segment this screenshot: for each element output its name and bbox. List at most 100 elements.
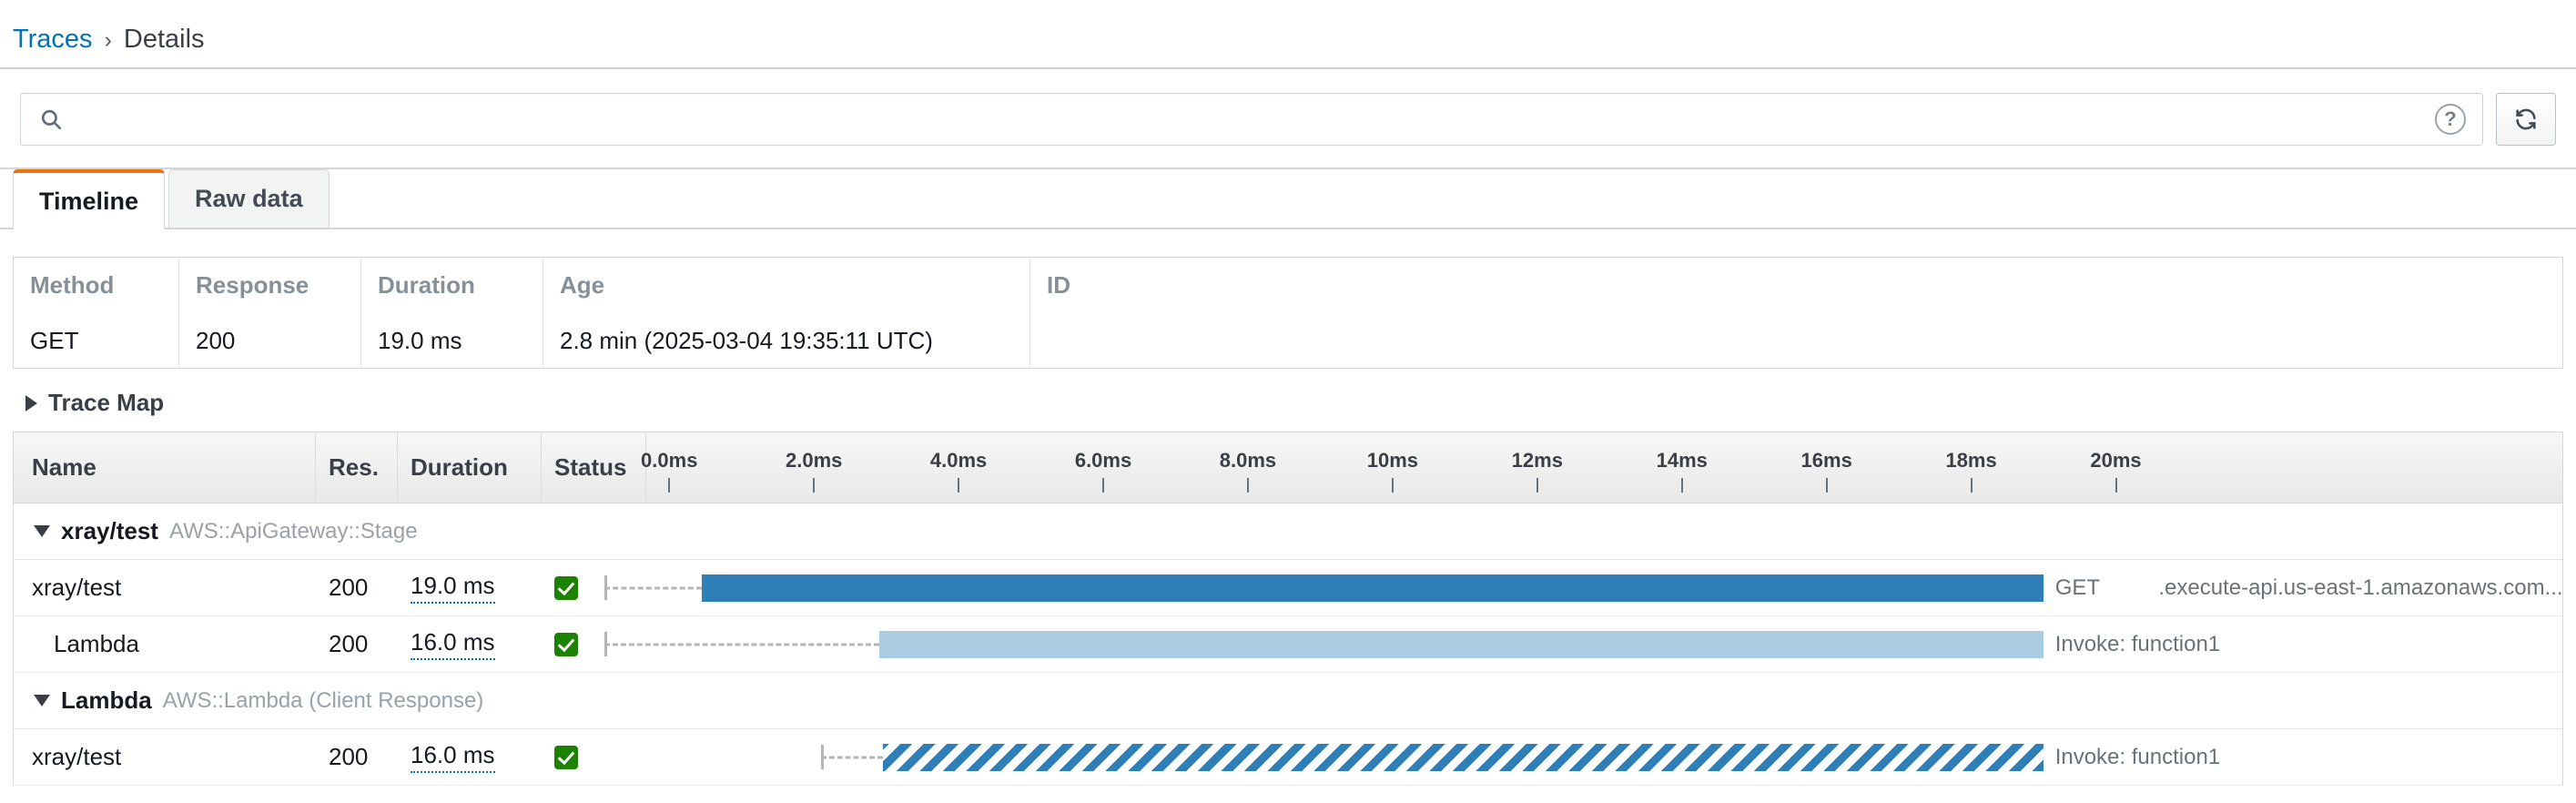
breadcrumb-separator-icon: › bbox=[104, 26, 112, 53]
table-row: Lambda 200 16.0 ms Invoke: function1 bbox=[14, 616, 2562, 673]
axis-tick-label: 6.0ms bbox=[1074, 449, 1132, 472]
breadcrumb-link-traces[interactable]: Traces bbox=[13, 23, 93, 57]
cell-name: xray/test bbox=[14, 574, 316, 602]
axis-tick-label: 4.0ms bbox=[929, 449, 988, 472]
timeline-bar[interactable] bbox=[882, 743, 2044, 771]
timeline-axis: 0.0ms 2.0ms 4.0ms 6.0ms 8.0ms 10ms 12ms 14ms 16m… bbox=[641, 432, 2562, 503]
timeline-bar-label: GET bbox=[2054, 574, 2101, 600]
segment-name-label: Lambda bbox=[54, 630, 139, 657]
header-age: Age bbox=[543, 257, 1030, 314]
header-res: Res. bbox=[316, 432, 398, 503]
cell-duration: 16.0 ms bbox=[398, 741, 542, 773]
timeline-bar-label: Invoke: function1 bbox=[2054, 744, 2221, 769]
refresh-button[interactable] bbox=[2496, 93, 2556, 146]
header-id: ID bbox=[1047, 271, 1070, 300]
table-row: GET 200 19.0 ms 2.8 min (2025-03-04 19:3… bbox=[13, 313, 2563, 369]
segment-group-type: AWS::ApiGateway::Stage bbox=[168, 518, 418, 544]
axis-tick-mark bbox=[1391, 478, 1394, 493]
axis-tick-label: 18ms bbox=[1945, 449, 1997, 472]
axis-tick-label: 16ms bbox=[1800, 449, 1852, 472]
bar-lead-dashes bbox=[821, 756, 883, 758]
axis-tick-mark bbox=[813, 478, 816, 493]
cell-age: 2.8 min (2025-03-04 19:35:11 UTC) bbox=[543, 313, 1030, 369]
axis-tick-label: 0.0ms bbox=[641, 449, 698, 472]
table-row: xray/test 200 16.0 ms Invoke: function1 bbox=[14, 729, 2562, 786]
segment-group-type: AWS::Lambda (Client Response) bbox=[162, 687, 484, 713]
axis-tick-label: 14ms bbox=[1656, 449, 1708, 472]
cell-name: xray/test bbox=[14, 743, 316, 771]
search-input[interactable] bbox=[63, 105, 2435, 134]
breadcrumb-current-details: Details bbox=[123, 25, 205, 55]
axis-tick-mark bbox=[1970, 478, 1973, 493]
cell-duration: 16.0 ms bbox=[398, 628, 542, 660]
trace-map-label: Trace Map bbox=[48, 389, 165, 416]
breadcrumb: Traces › Details bbox=[0, 0, 2576, 67]
header-duration: Duration bbox=[398, 432, 542, 503]
table-row: xray/test 200 19.0 ms GET .execute-api.us-ea… bbox=[14, 560, 2563, 616]
cell-timeline-bar: Invoke: function1 bbox=[603, 616, 2562, 672]
segment-group-header[interactable]: Lambda AWS::Lambda (Client Response) bbox=[14, 673, 2562, 729]
cell-response-code: 200 bbox=[329, 574, 369, 601]
axis-tick-label: 8.0ms bbox=[1219, 449, 1277, 472]
segment-name-label: xray/test bbox=[32, 574, 122, 601]
cell-method: GET bbox=[13, 313, 179, 369]
bar-origin-marker bbox=[821, 745, 825, 769]
header-duration: Duration bbox=[360, 257, 543, 314]
tab-raw-data[interactable]: Raw data bbox=[168, 169, 330, 228]
cell-name: Lambda bbox=[14, 630, 316, 658]
help-circle-icon[interactable]: ? bbox=[2435, 104, 2466, 135]
axis-tick-label: 10ms bbox=[1366, 449, 1419, 472]
cell-duration: 19.0 ms bbox=[360, 313, 543, 369]
axis-tick-mark bbox=[668, 478, 671, 493]
axis-tick-mark bbox=[1102, 478, 1105, 493]
timeline-bar[interactable] bbox=[878, 630, 2044, 658]
tab-bar: Timeline Raw data bbox=[0, 169, 2576, 229]
timeline-bar-label: Invoke: function1 bbox=[2054, 631, 2221, 656]
header-name: Name bbox=[14, 432, 316, 503]
bar-area: Invoke: function1 bbox=[646, 729, 2562, 785]
axis-tick-mark bbox=[1246, 478, 1249, 493]
segment-group-name: Lambda bbox=[61, 686, 152, 714]
bar-area: Invoke: function1 bbox=[603, 616, 2562, 672]
timeline-bar[interactable] bbox=[702, 574, 2044, 602]
tab-timeline[interactable]: Timeline bbox=[13, 169, 166, 229]
header-status: Status bbox=[542, 432, 646, 503]
header-response: Response bbox=[178, 257, 361, 314]
bar-area: GET .execute-api.us-east-1.amazonaws.com.… bbox=[603, 560, 2563, 615]
segments-header-row: Name Res. Duration Status 0.0ms 2.0ms 4.0m… bbox=[14, 432, 2562, 503]
status-ok-check-icon[interactable] bbox=[554, 745, 578, 769]
axis-tick-label: 20ms bbox=[2090, 449, 2142, 472]
status-ok-check-icon[interactable] bbox=[554, 632, 578, 656]
status-ok-check-icon[interactable] bbox=[554, 575, 578, 600]
bar-origin-marker bbox=[603, 632, 607, 656]
triangle-down-icon bbox=[34, 695, 50, 706]
axis-tick-group: 0.0ms 2.0ms 4.0ms 6.0ms 8.0ms 10ms 12ms 14ms 16m… bbox=[641, 432, 2562, 503]
axis-tick-mark bbox=[1825, 478, 1828, 493]
bar-origin-marker bbox=[603, 575, 607, 600]
axis-tick-mark bbox=[1680, 478, 1683, 493]
trace-summary-table: Method Response Duration Age ID GET 200 … bbox=[13, 257, 2563, 369]
duration-link[interactable]: 16.0 ms bbox=[411, 628, 495, 660]
cell-response-code: 200 bbox=[329, 743, 369, 770]
table-header-row: Method Response Duration Age ID bbox=[13, 257, 2563, 314]
cell-id bbox=[1030, 314, 2563, 369]
trace-map-toggle[interactable]: Trace Map bbox=[25, 389, 164, 417]
segment-group-header[interactable]: xray/test AWS::ApiGateway::Stage bbox=[14, 503, 2562, 560]
timeline-bar-url: .execute-api.us-east-1.amazonaws.com... bbox=[2158, 574, 2563, 600]
triangle-right-icon bbox=[25, 394, 37, 412]
axis-tick-mark bbox=[1536, 478, 1538, 493]
segments-body: xray/test AWS::ApiGateway::Stage xray/test… bbox=[14, 503, 2563, 786]
duration-link[interactable]: 19.0 ms bbox=[411, 572, 495, 604]
header-method: Method bbox=[13, 257, 179, 314]
search-box[interactable]: ? bbox=[20, 93, 2483, 146]
axis-tick-mark bbox=[958, 478, 960, 493]
segment-group-name: xray/test bbox=[61, 517, 158, 544]
bar-lead-dashes bbox=[603, 586, 703, 589]
cell-response: 200 bbox=[178, 313, 361, 369]
cell-status bbox=[542, 745, 646, 769]
segment-name-label: xray/test bbox=[32, 743, 122, 770]
bar-lead-dashes bbox=[603, 643, 879, 645]
cell-response-code: 200 bbox=[329, 630, 369, 657]
duration-link[interactable]: 16.0 ms bbox=[411, 741, 495, 773]
cell-duration: 19.0 ms bbox=[398, 572, 542, 604]
